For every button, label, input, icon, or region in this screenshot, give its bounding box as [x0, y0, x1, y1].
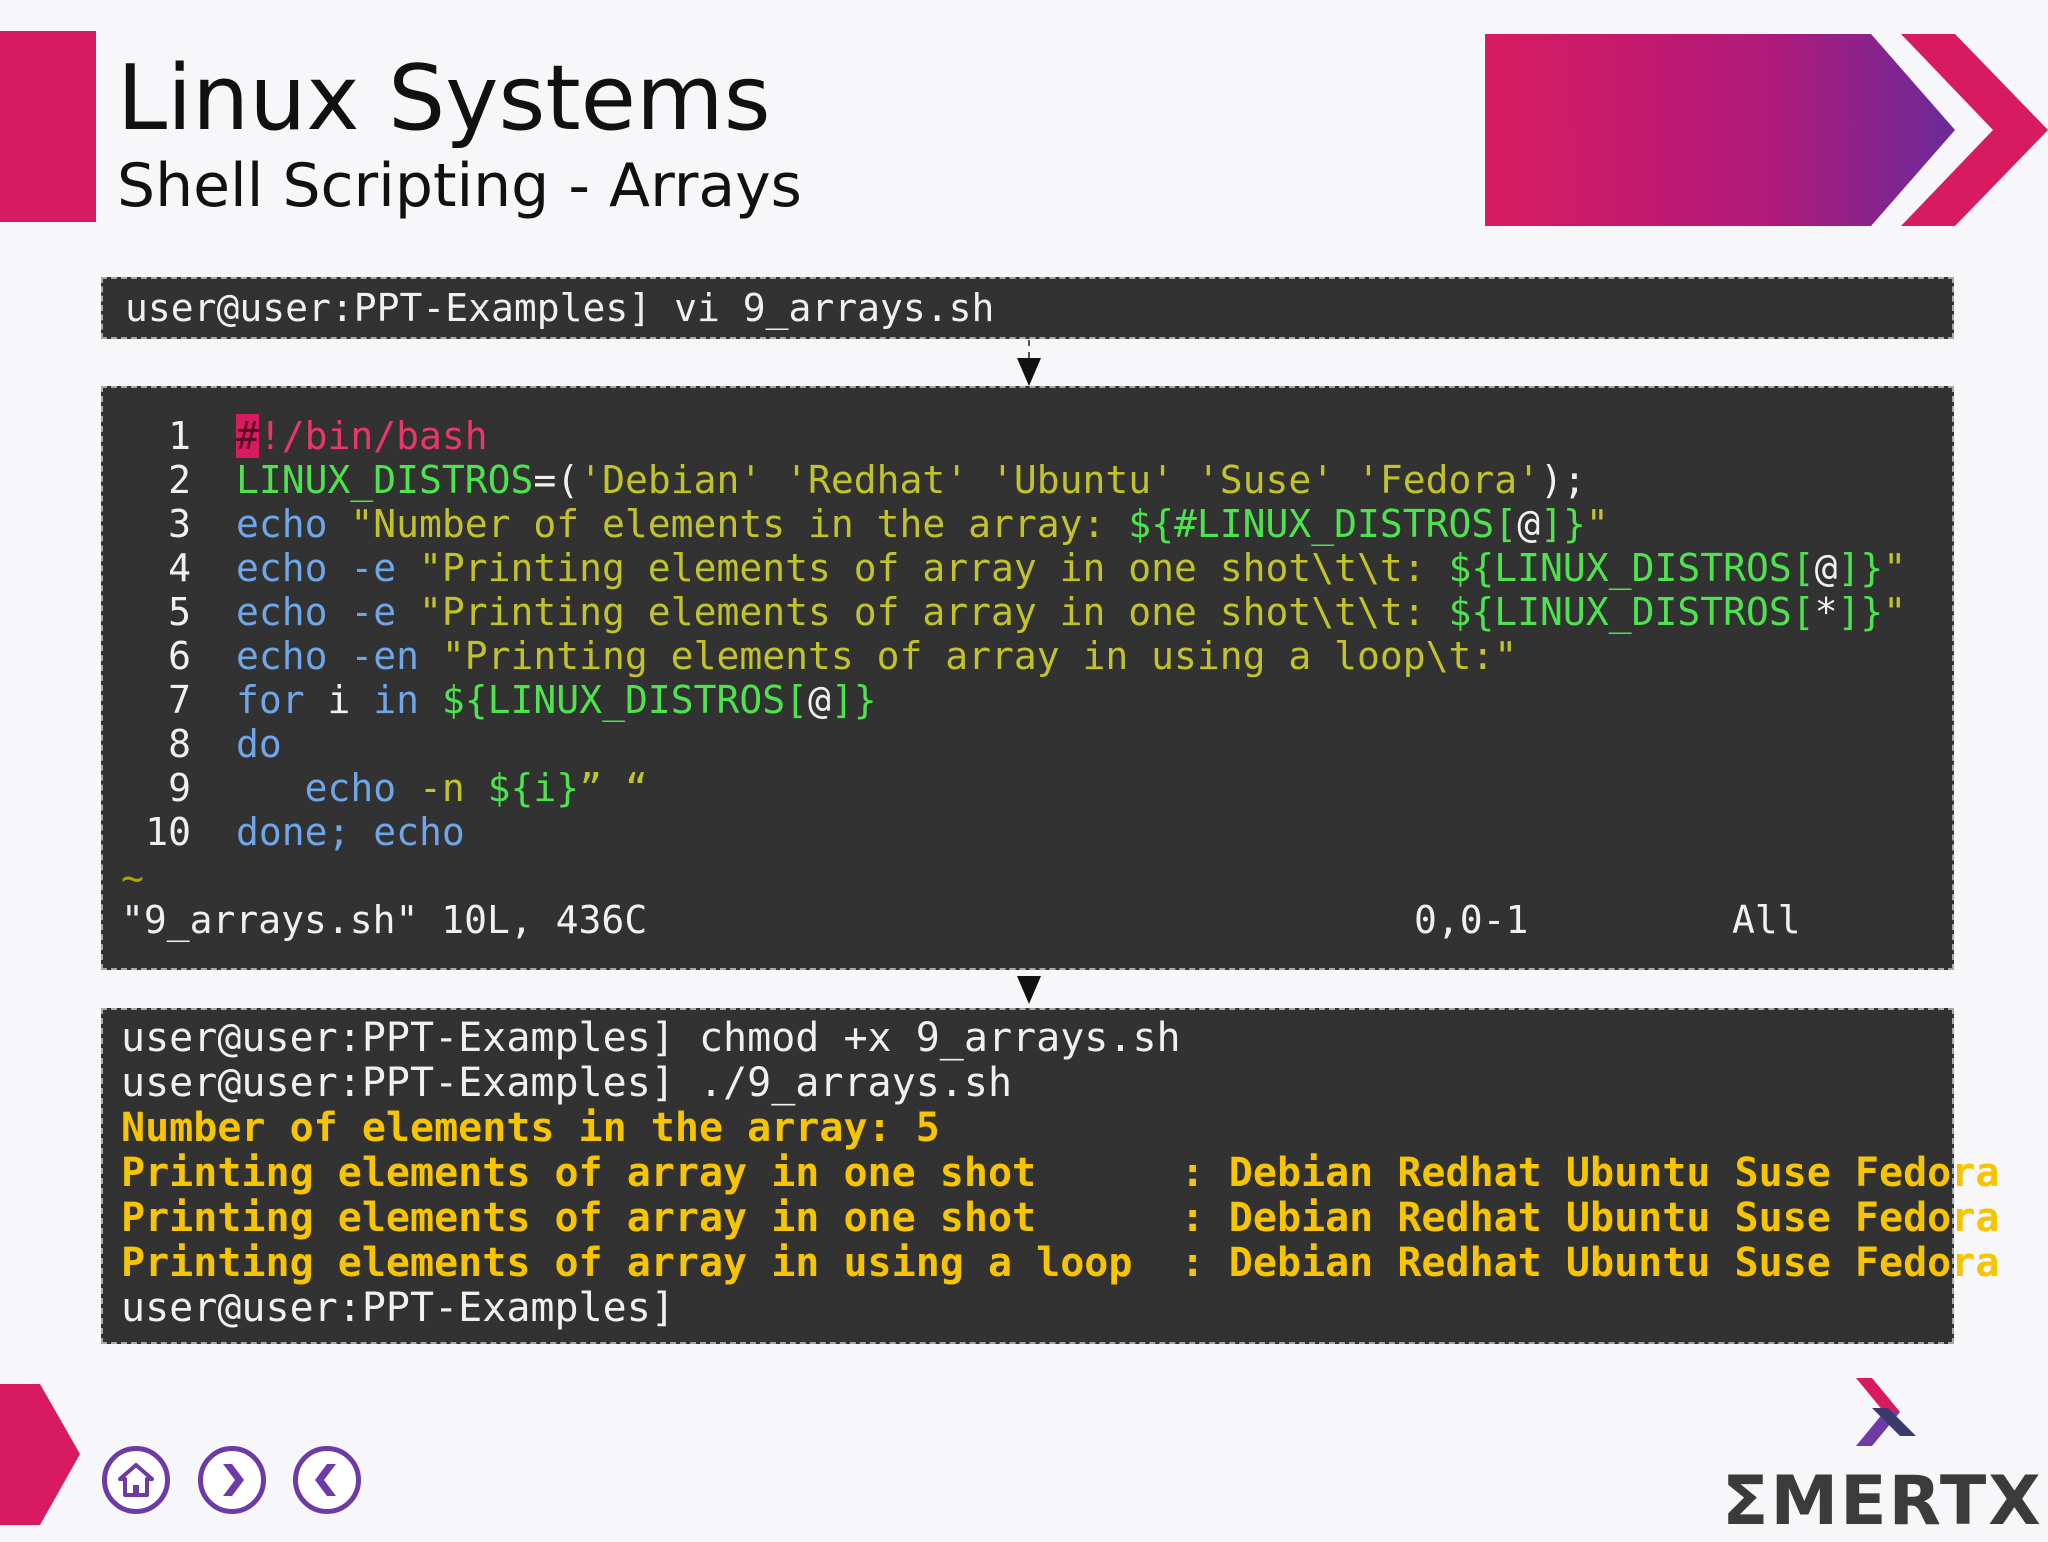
code-text: echo "Number of elements in the array: $…	[236, 502, 1609, 546]
code-token: do	[236, 722, 282, 766]
line-number: 7	[168, 678, 191, 722]
code-token: @	[807, 678, 831, 722]
line-number: 5	[168, 590, 191, 634]
code-token: =(	[533, 458, 580, 502]
code-token: ]}	[1540, 502, 1586, 546]
line-number: 8	[168, 722, 191, 766]
code-token: #	[236, 414, 259, 458]
arrow-down-icon	[1017, 358, 1041, 386]
line-number: 6	[168, 634, 191, 678]
header-banner	[1485, 34, 2048, 226]
vi-status-position: 0,0-1	[1414, 898, 1529, 942]
code-token: ]}	[1837, 546, 1884, 590]
code-token: "Printing elements of array in one shot\…	[419, 590, 1449, 634]
code-token: @	[1814, 546, 1838, 590]
code-token: "	[1883, 546, 1907, 590]
code-text: done; echo	[236, 810, 465, 854]
code-token: for	[236, 678, 328, 722]
code-token: echo	[236, 766, 420, 810]
arrow-down-icon	[1017, 976, 1041, 1004]
output-line: Number of elements in the array: 5	[121, 1105, 940, 1151]
line-number: 3	[168, 502, 191, 546]
code-token: !/bin/bash	[258, 414, 488, 458]
code-token: ]}	[830, 678, 877, 722]
code-token: echo	[236, 546, 351, 590]
home-button[interactable]	[102, 1446, 170, 1514]
code-token: @	[1517, 502, 1541, 546]
code-token: LINUX_DISTROS	[236, 458, 534, 502]
code-token: "Printing elements of array in using a l…	[441, 634, 1518, 678]
vi-editor-window: 1 #!/bin/bash 2 LINUX_DISTROS=('Debian' 'Re…	[101, 386, 1954, 970]
code-token: "Number of elements in the array:	[350, 502, 1129, 546]
header-accent-bar	[0, 31, 96, 222]
output-line: Printing elements of array in one shot :…	[121, 1150, 2000, 1196]
output-line: Printing elements of array in using a lo…	[121, 1240, 2000, 1286]
chevron-right-icon	[223, 1464, 244, 1496]
code-token: *	[1814, 590, 1838, 634]
code-token: "	[1883, 590, 1907, 634]
code-token: ${#LINUX_DISTROS[	[1128, 502, 1518, 546]
slide-subtitle: Shell Scripting - Arrays	[117, 151, 802, 221]
emertxe-logo-mark	[1856, 1378, 1916, 1446]
code-token: echo	[236, 590, 351, 634]
terminal-output: user@user:PPT-Examples] chmod +x 9_array…	[101, 1008, 1999, 1344]
code-token: ]}	[1837, 590, 1884, 634]
code-token: ${LINUX_DISTROS[	[1448, 546, 1815, 590]
prompt-line: user@user:PPT-Examples] ./9_arrays.sh	[121, 1060, 1013, 1106]
vi-status-file: "9_arrays.sh" 10L, 436C	[121, 898, 648, 942]
line-number: 4	[168, 546, 191, 590]
slide-title: Linux Systems	[117, 46, 771, 151]
footer-accent-tab	[0, 1384, 80, 1525]
code-token: );	[1540, 458, 1586, 502]
line-number: 2	[168, 458, 191, 502]
code-token: ${i}	[487, 766, 580, 810]
code-text: LINUX_DISTROS=('Debian' 'Redhat' 'Ubuntu…	[236, 458, 1586, 502]
code-token: i	[327, 678, 374, 722]
emertxe-logo-text: ΣMERTXE	[1722, 1462, 2048, 1541]
home-icon	[118, 1463, 154, 1497]
flow-connector	[1028, 340, 1030, 358]
code-token: echo	[236, 634, 351, 678]
chevron-left-icon	[315, 1464, 336, 1496]
code-text: #!/bin/bash	[236, 414, 488, 458]
code-token: "Printing elements of array in one shot\…	[419, 546, 1449, 590]
output-line: Printing elements of array in one shot :…	[121, 1195, 2000, 1241]
code-token: -e	[350, 590, 420, 634]
vi-status-all: All	[1732, 898, 1801, 942]
code-token: -n	[419, 766, 488, 810]
code-token: "	[1585, 502, 1609, 546]
code-token: 'Debian' 'Redhat' 'Ubuntu' 'Suse' 'Fedor…	[579, 458, 1541, 502]
code-text: echo -en "Printing elements of array in …	[236, 634, 1517, 678]
code-text: echo -e "Printing elements of array in o…	[236, 546, 1906, 590]
code-token: ${LINUX_DISTROS[	[441, 678, 808, 722]
terminal-command-vi: user@user:PPT-Examples] vi 9_arrays.sh	[101, 277, 1954, 339]
code-token: -en	[350, 634, 442, 678]
code-text: for i in ${LINUX_DISTROS[@]}	[236, 678, 877, 722]
code-text: echo -n ${i}” “	[236, 766, 648, 810]
code-token: ” “	[579, 766, 648, 810]
code-token: ${LINUX_DISTROS[	[1448, 590, 1815, 634]
next-button[interactable]	[198, 1446, 266, 1514]
code-token: -e	[350, 546, 420, 590]
line-number: 10	[145, 810, 191, 854]
code-token: in	[373, 678, 442, 722]
code-text: echo -e "Printing elements of array in o…	[236, 590, 1906, 634]
prompt-line: user@user:PPT-Examples] chmod +x 9_array…	[121, 1015, 1181, 1061]
line-number: 9	[168, 766, 191, 810]
code-text: do	[236, 722, 282, 766]
prompt-line: user@user:PPT-Examples]	[121, 1285, 675, 1331]
previous-button[interactable]	[293, 1446, 361, 1514]
code-token: done; echo	[236, 810, 465, 854]
line-number: 1	[168, 414, 191, 458]
empty-line-tilde: ~	[121, 856, 144, 900]
code-token: echo	[236, 502, 351, 546]
